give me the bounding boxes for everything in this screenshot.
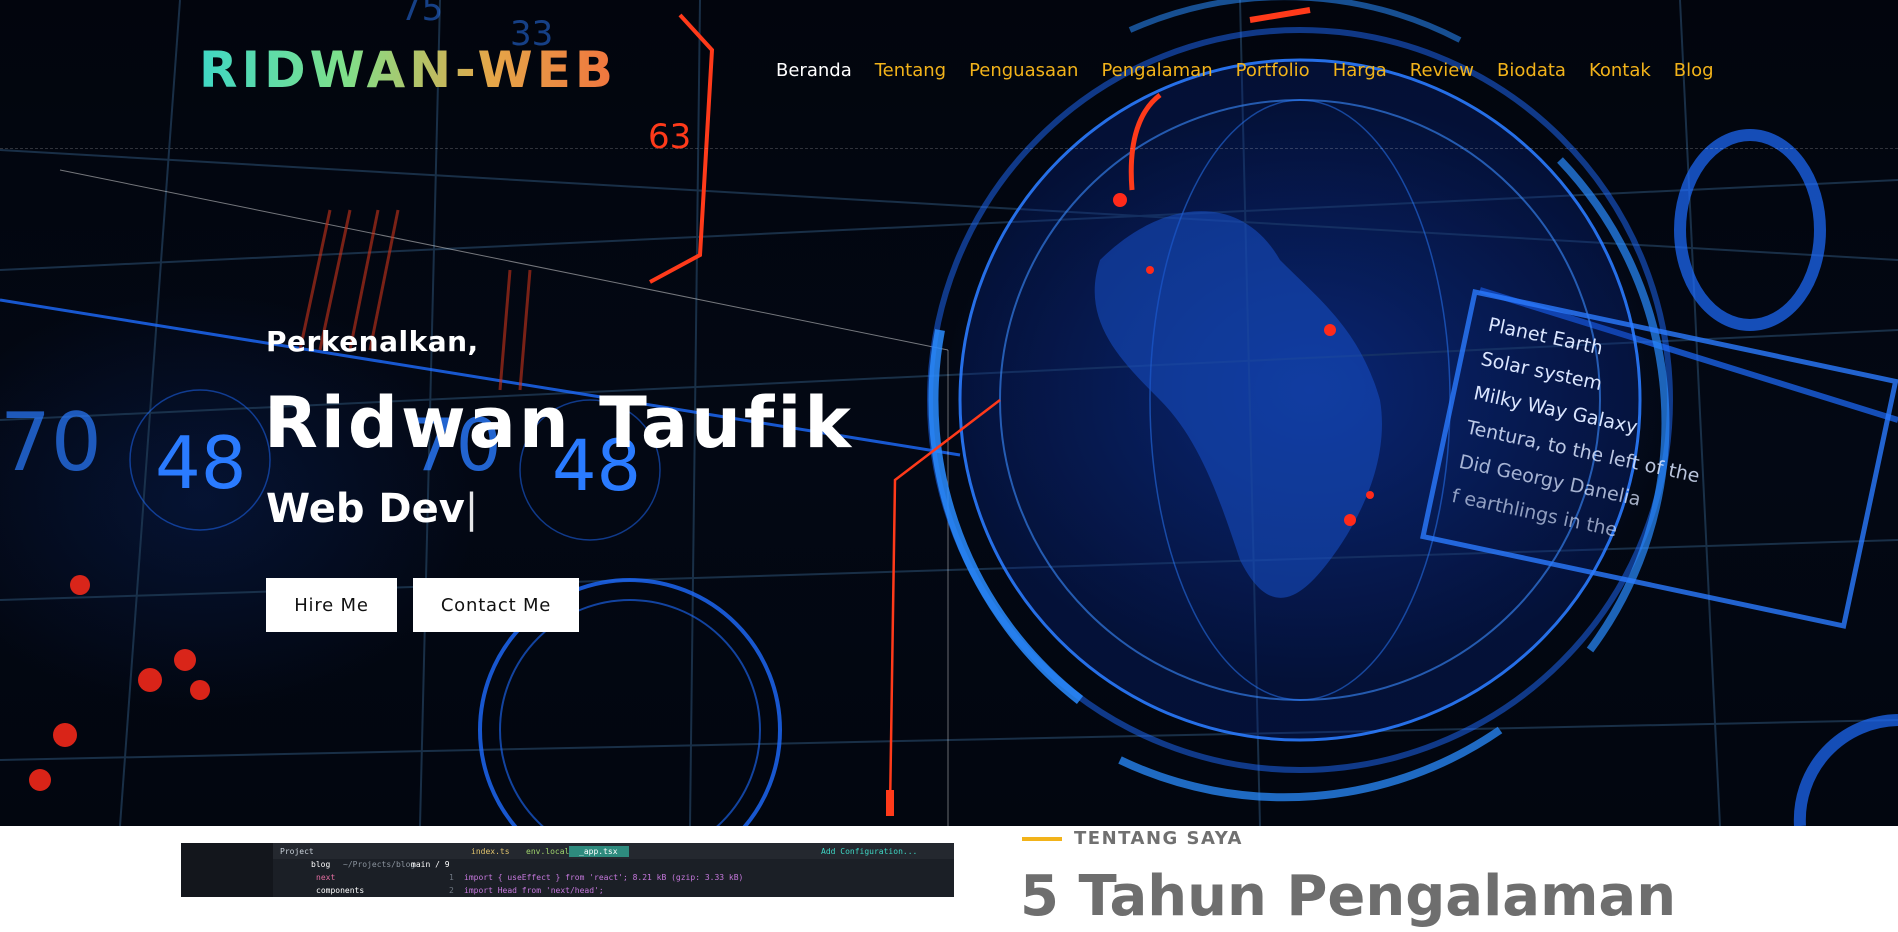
nav-item-review[interactable]: Review: [1410, 58, 1474, 84]
nav-item-blog[interactable]: Blog: [1674, 58, 1714, 84]
hero-name: Ridwan Taufik: [264, 382, 854, 464]
top-navigation: RIDWAN-WEB Beranda Tentang Penguasaan Pe…: [0, 0, 1898, 149]
code-path-label: ~/Projects/blog: [343, 860, 415, 869]
code-tab-3: _app.tsx: [579, 847, 618, 856]
code-folder-label: blog: [311, 860, 330, 869]
hero-greeting: Perkenalkan,: [266, 325, 479, 358]
code-tree-next: next: [316, 873, 335, 882]
code-branch-label: main / 9: [411, 860, 450, 869]
hud-number-70-left: 70: [0, 396, 102, 489]
code-editor-screenshot: Project blog ~/Projects/blog main / 9 ne…: [181, 843, 954, 897]
site-logo[interactable]: RIDWAN-WEB: [199, 40, 617, 100]
hire-me-button[interactable]: Hire Me: [266, 578, 397, 632]
nav-item-pengalaman[interactable]: Pengalaman: [1101, 58, 1212, 84]
about-eyebrow-text: TENTANG SAYA: [1074, 828, 1243, 849]
typing-cursor: |: [464, 486, 479, 532]
nav-item-biodata[interactable]: Biodata: [1497, 58, 1566, 84]
about-eyebrow: TENTANG SAYA: [1022, 828, 1243, 849]
nav-item-beranda[interactable]: Beranda: [776, 58, 852, 84]
code-tree-components: components: [316, 886, 364, 895]
nav-item-tentang[interactable]: Tentang: [875, 58, 946, 84]
hero-section: 48 70 48 70 75 33 63 Planet Earth Solar …: [0, 0, 1898, 826]
main-menu: Beranda Tentang Penguasaan Pengalaman Po…: [776, 58, 1737, 84]
code-add-configuration: Add Configuration...: [821, 847, 917, 856]
hero-role-text: Web Dev: [266, 486, 465, 532]
about-title: 5 Tahun Pengalaman: [1020, 864, 1677, 929]
hero-role: Web Dev|: [266, 482, 478, 536]
nav-item-kontak[interactable]: Kontak: [1589, 58, 1651, 84]
code-project-label: Project: [280, 847, 314, 856]
svg-text:1: 1: [449, 873, 454, 882]
nav-item-portfolio[interactable]: Portfolio: [1236, 58, 1310, 84]
hud-number-48-left: 48: [155, 421, 247, 505]
code-tab-2: env.local: [526, 847, 570, 856]
code-line-1: import { useEffect } from 'react'; 8.21 …: [464, 873, 743, 882]
svg-text:2: 2: [449, 886, 454, 895]
code-line-2: import Head from 'next/head';: [464, 886, 604, 895]
code-tab-1: index.ts: [471, 847, 510, 856]
nav-item-penguasaan[interactable]: Penguasaan: [969, 58, 1078, 84]
eyebrow-accent-line: [1022, 836, 1062, 841]
nav-item-harga[interactable]: Harga: [1333, 58, 1387, 84]
contact-me-button[interactable]: Contact Me: [413, 578, 579, 632]
code-editor-art: Project blog ~/Projects/blog main / 9 ne…: [181, 843, 954, 897]
